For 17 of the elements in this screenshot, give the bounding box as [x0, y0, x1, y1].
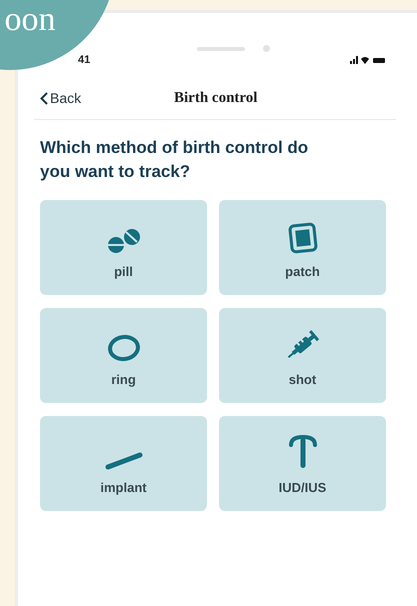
method-option[interactable]: implant	[40, 416, 207, 511]
status-icons	[350, 55, 386, 65]
back-button[interactable]: Back	[34, 88, 82, 109]
square-patch-icon	[288, 222, 318, 254]
pills-icon	[106, 228, 142, 254]
method-option[interactable]: pill	[40, 200, 207, 295]
ring-icon	[106, 334, 140, 362]
rod-icon	[104, 452, 142, 470]
method-option[interactable]: patch	[219, 200, 386, 295]
screen-title: Birth control	[174, 89, 258, 108]
method-option[interactable]: ring	[40, 308, 207, 403]
method-option[interactable]: IUD/IUS	[219, 416, 386, 511]
t-shape-icon	[288, 434, 318, 470]
question-heading: Which method of birth control do you want to track?	[40, 137, 310, 183]
status-time: 41	[78, 52, 90, 68]
chevron-left-icon	[40, 92, 48, 105]
method-option[interactable]: shot	[219, 308, 386, 403]
